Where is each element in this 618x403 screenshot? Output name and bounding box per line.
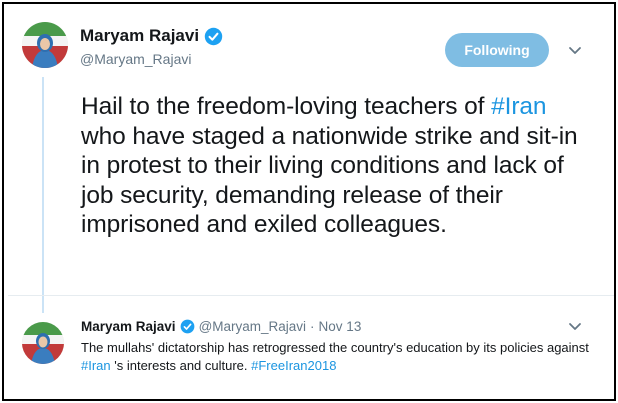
reply-text: The mullahs' dictatorship has retrogress… bbox=[81, 339, 591, 375]
author-handle[interactable]: @Maryam_Rajavi bbox=[80, 51, 191, 67]
tweet-text-part2: who have staged a nationwide strike and … bbox=[81, 122, 578, 239]
tweet-card: Maryam Rajavi @Maryam_Rajavi Following H… bbox=[2, 2, 616, 401]
author-name-row: Maryam Rajavi bbox=[80, 26, 223, 46]
avatar-portrait-icon bbox=[22, 322, 64, 364]
reply-text-part1: The mullahs' dictatorship has retrogress… bbox=[81, 340, 589, 355]
hashtag-link[interactable]: #Iran bbox=[81, 358, 111, 373]
chevron-down-icon[interactable] bbox=[568, 46, 582, 56]
author-avatar[interactable] bbox=[22, 22, 68, 68]
divider bbox=[8, 295, 614, 296]
reply-header: Maryam Rajavi @Maryam_Rajavi · Nov 13 bbox=[81, 319, 361, 334]
reply-text-part2: 's interests and culture. bbox=[110, 358, 252, 373]
thread-connector-line bbox=[42, 77, 44, 313]
author-name[interactable]: Maryam Rajavi bbox=[80, 26, 199, 46]
hashtag-link[interactable]: #Iran bbox=[491, 93, 546, 120]
verified-badge-icon bbox=[180, 319, 195, 334]
hashtag-link[interactable]: #FreeIran2018 bbox=[251, 358, 336, 373]
avatar-portrait-icon bbox=[22, 22, 68, 68]
tweet-text: Hail to the freedom-loving teachers of #… bbox=[81, 92, 596, 240]
verified-badge-icon bbox=[204, 27, 223, 46]
reply-author-avatar[interactable] bbox=[22, 322, 64, 364]
separator-dot: · bbox=[310, 319, 315, 334]
reply-author-handle[interactable]: @Maryam_Rajavi bbox=[199, 319, 306, 334]
chevron-down-icon[interactable] bbox=[568, 322, 582, 332]
following-button[interactable]: Following bbox=[445, 33, 549, 67]
reply-author-name[interactable]: Maryam Rajavi bbox=[81, 319, 176, 334]
reply-timestamp[interactable]: Nov 13 bbox=[319, 319, 362, 334]
tweet-text-part1: Hail to the freedom-loving teachers of bbox=[81, 93, 492, 120]
